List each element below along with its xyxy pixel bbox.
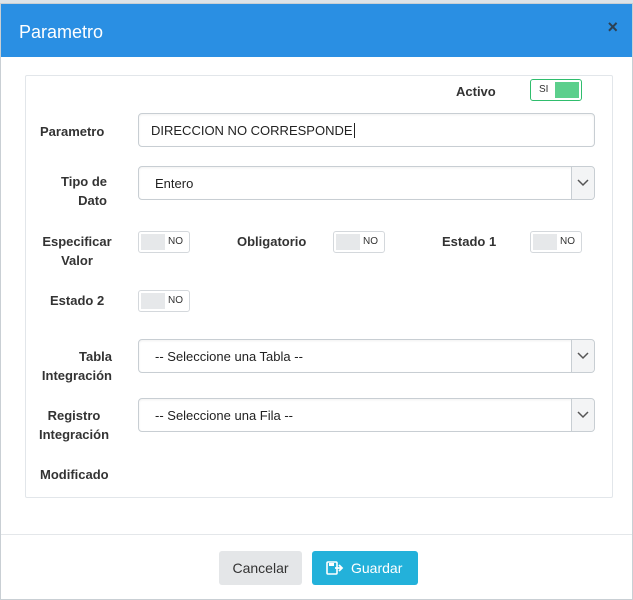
tabla-integracion-label: Tabla Integración [41, 349, 112, 383]
tipo-dato-select[interactable]: Entero [138, 166, 595, 200]
save-icon [326, 560, 344, 579]
registro-integracion-label: Registro Integración [38, 408, 110, 442]
tabla-integracion-select[interactable]: -- Seleccione una Tabla -- [138, 339, 595, 373]
especificar-valor-label: Especificar Valor [42, 234, 112, 268]
estado2-toggle[interactable]: NO [138, 290, 190, 312]
tipo-dato-label: Tipo de Dato [61, 174, 107, 208]
estado1-toggle[interactable]: NO [530, 231, 582, 253]
parametro-modal: Parametro × Activo SI Parametro DIRECCIO… [0, 3, 633, 600]
toggle-state: NO [560, 236, 575, 247]
obligatorio-toggle[interactable]: NO [333, 231, 385, 253]
save-label: Guardar [351, 560, 403, 576]
tabla-integracion-value: -- Seleccione una Tabla -- [155, 349, 303, 364]
modal-title: Parametro [19, 22, 104, 42]
toggle-knob [141, 234, 165, 250]
tipo-dato-value: Entero [155, 176, 194, 191]
close-icon[interactable]: × [607, 18, 618, 36]
estado2-label: Estado 2 [50, 293, 105, 308]
obligatorio-label: Obligatorio [237, 234, 307, 249]
cancel-label: Cancelar [232, 560, 289, 576]
footer-divider [1, 534, 632, 535]
toggle-state: NO [168, 236, 183, 247]
activo-label: Activo [456, 84, 496, 99]
cancel-button[interactable]: Cancelar [219, 551, 302, 585]
especificar-valor-toggle[interactable]: NO [138, 231, 190, 253]
parametro-input[interactable]: DIRECCION NO CORRESPONDE [138, 113, 595, 147]
registro-integracion-select[interactable]: -- Seleccione una Fila -- [138, 398, 595, 432]
toggle-knob [533, 234, 557, 250]
modal-header: Parametro × [1, 4, 632, 57]
registro-integracion-value: -- Seleccione una Fila -- [155, 408, 293, 423]
toggle-knob [336, 234, 360, 250]
estado1-label: Estado 1 [442, 234, 497, 249]
chevron-down-icon [571, 340, 594, 372]
toggle-knob [141, 293, 165, 309]
activo-toggle[interactable]: SI [530, 79, 582, 101]
modificado-label: Modificado [40, 467, 109, 482]
toggle-state: SI [539, 84, 549, 95]
parametro-label: Parametro [40, 124, 105, 139]
chevron-down-icon [571, 167, 594, 199]
parametro-value: DIRECCION NO CORRESPONDE [151, 123, 355, 138]
toggle-state: NO [168, 295, 183, 306]
chevron-down-icon [571, 399, 594, 431]
toggle-knob [555, 82, 579, 98]
toggle-state: NO [363, 236, 378, 247]
save-button[interactable]: Guardar [312, 551, 418, 585]
